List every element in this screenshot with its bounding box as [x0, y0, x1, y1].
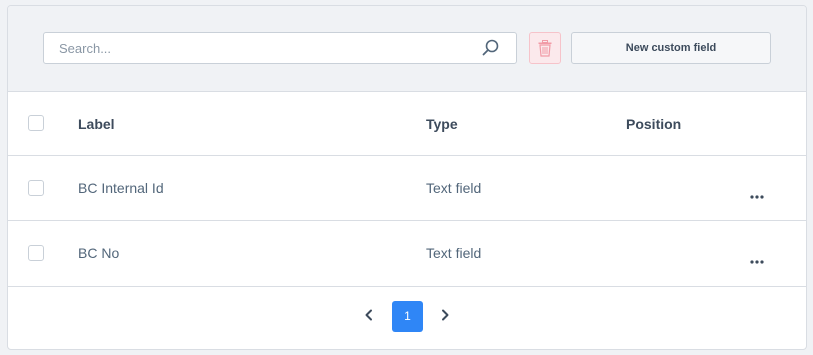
pagination: 1 — [8, 287, 806, 349]
chevron-right-icon[interactable] — [438, 308, 452, 322]
table-header: Label Type Position — [8, 92, 806, 156]
delete-selected-button[interactable] — [529, 32, 561, 64]
table-row: BC No Text field — [8, 221, 806, 287]
select-all-checkbox[interactable] — [28, 115, 44, 131]
column-header-position[interactable]: Position — [626, 116, 681, 132]
more-horizontal-icon[interactable] — [750, 251, 764, 264]
row-checkbox[interactable] — [28, 180, 44, 196]
search-input[interactable] — [44, 33, 489, 63]
row-label[interactable]: BC No — [78, 245, 119, 261]
toolbar: New custom field — [8, 6, 806, 92]
page-button-current[interactable]: 1 — [392, 301, 423, 332]
chevron-left-icon[interactable] — [362, 308, 376, 322]
row-type: Text field — [426, 180, 482, 196]
column-header-label[interactable]: Label — [78, 116, 115, 132]
more-horizontal-icon[interactable] — [750, 186, 764, 199]
column-header-type[interactable]: Type — [426, 116, 458, 132]
row-checkbox[interactable] — [28, 245, 44, 261]
search-icon[interactable] — [482, 39, 500, 57]
row-type: Text field — [426, 245, 482, 261]
table-row: BC Internal Id Text field — [8, 156, 806, 221]
row-label[interactable]: BC Internal Id — [78, 180, 164, 196]
custom-fields-panel: New custom field Label Type Position BC … — [7, 5, 807, 350]
search-box[interactable] — [43, 32, 517, 64]
new-custom-field-button[interactable]: New custom field — [571, 32, 771, 64]
